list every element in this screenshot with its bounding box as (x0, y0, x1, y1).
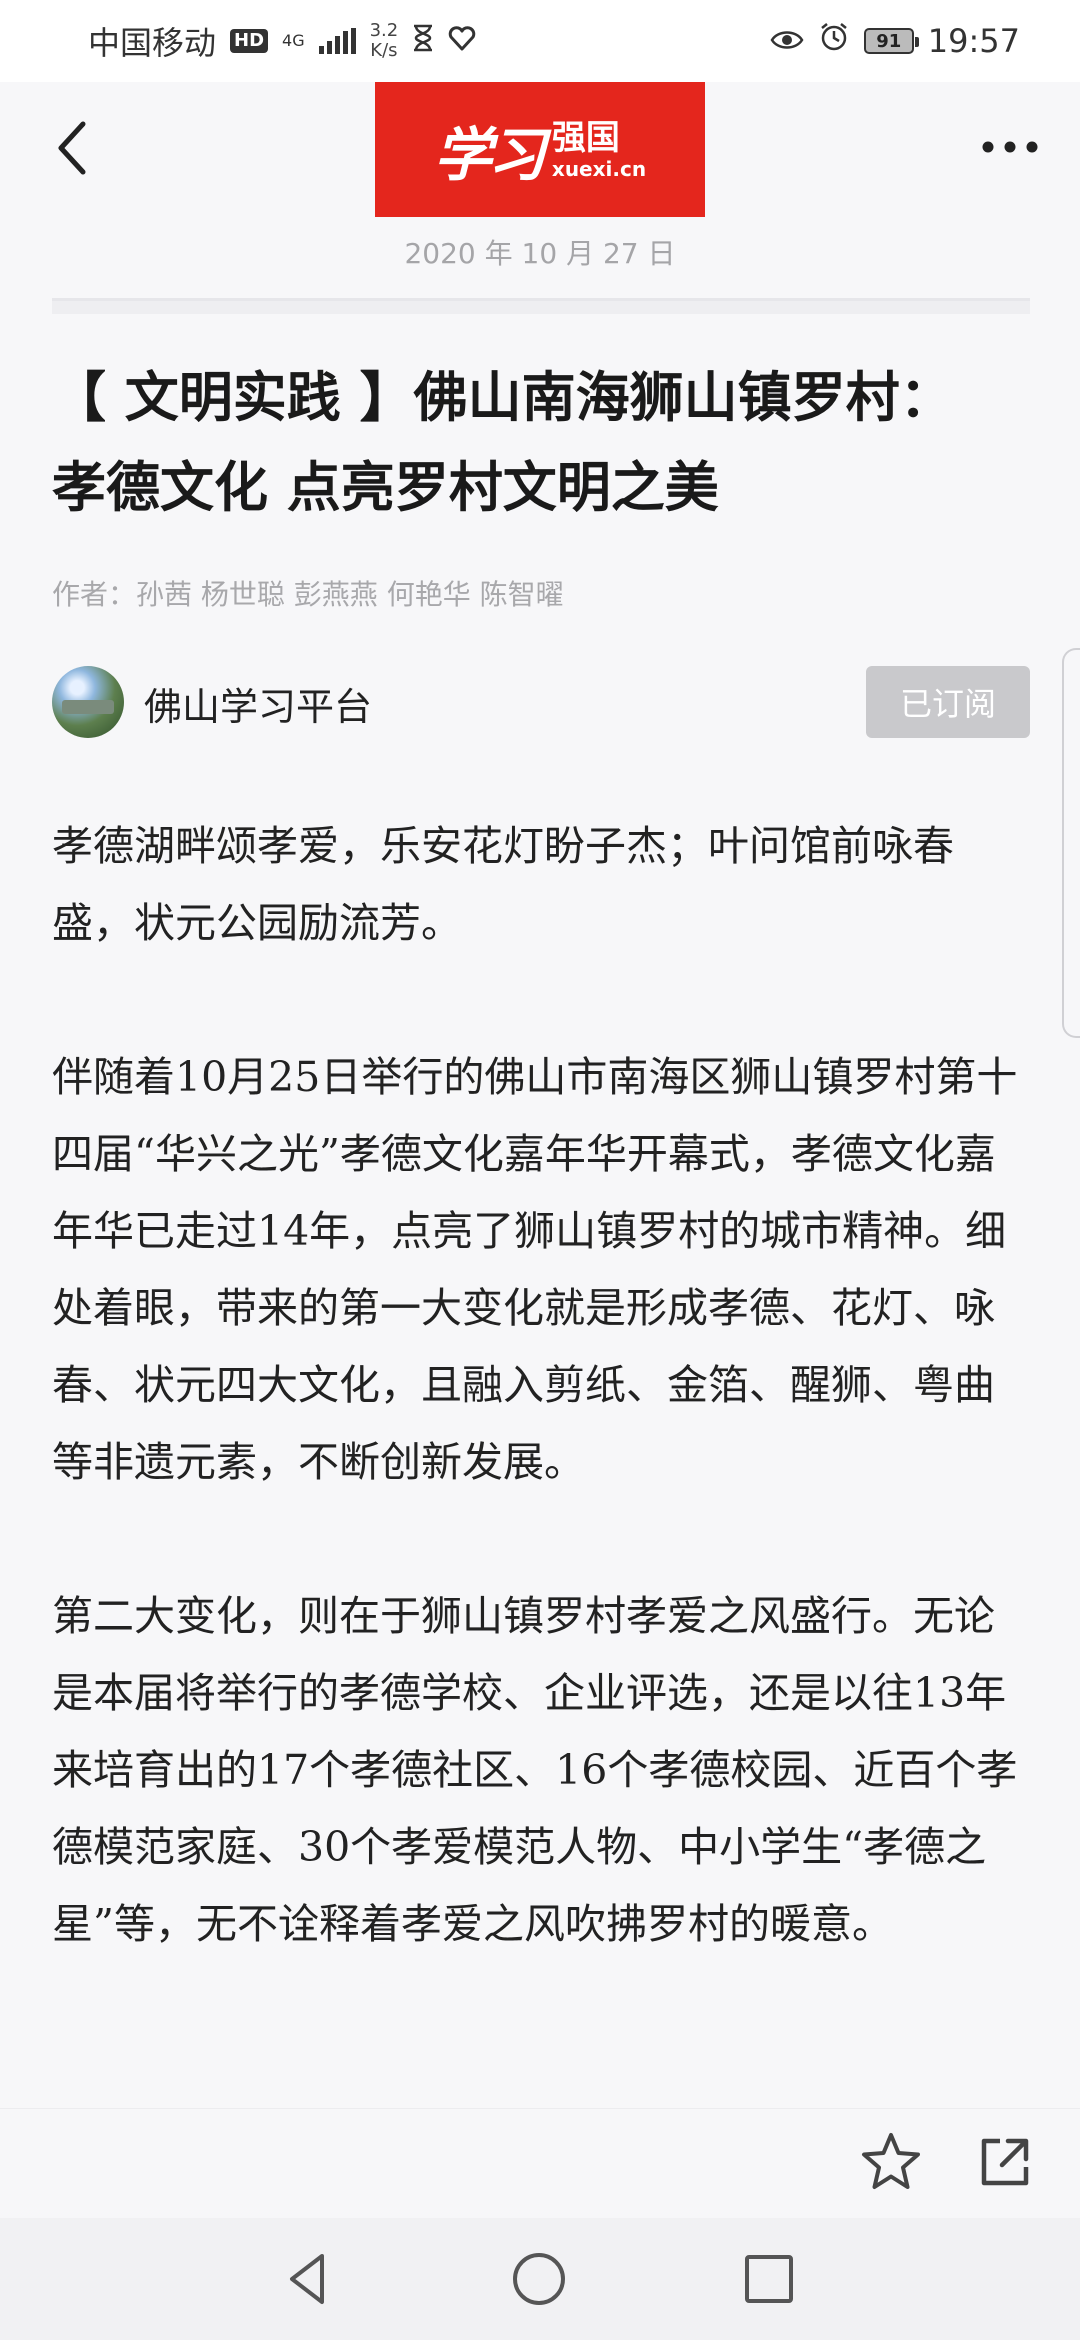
triangle-back-icon (290, 2254, 324, 2304)
network-type: 4G (282, 33, 305, 49)
paragraph: 伴随着10月25日举行的佛山市南海区狮山镇罗村第十四届“华兴之光”孝德文化嘉年华… (52, 1053, 1018, 1486)
share-button[interactable] (972, 2129, 1038, 2195)
publisher-name[interactable]: 佛山学习平台 (144, 676, 372, 731)
status-left: 中国移动 HD 4G 3.2 K/s (88, 18, 476, 64)
signal-icon (318, 28, 356, 54)
article-authors: 作者：孙茜 杨世聪 彭燕燕 何艳华 陈智曜 (52, 578, 564, 611)
paragraph: 孝德湖畔颂孝爱，乐安花灯盼子杰；叶问馆前咏春盛，状元公园励流芳。 (52, 822, 954, 947)
circle-home-icon (513, 2253, 565, 2305)
header-divider (52, 298, 1030, 314)
logo-main-text: 学习 (433, 120, 546, 189)
network-label: 4G (282, 31, 305, 50)
xuexi-logo: 学习 强国 xuexi.cn (375, 82, 705, 217)
net-speed-value: 3.2 (369, 20, 399, 41)
net-speed-unit: K/s (370, 40, 398, 61)
hd-badge: HD (230, 29, 269, 53)
clock-time: 19:57 (927, 22, 1020, 60)
publish-date: 2020 年 10 月 27 日 (404, 237, 676, 270)
battery-icon: 91 (863, 28, 919, 54)
article-title: 【 文明实践 】佛山南海狮山镇罗村： 孝德文化 点亮罗村文明之美 (52, 365, 954, 519)
nav-home-button[interactable] (508, 2248, 570, 2310)
carrier-name: 中国移动 (88, 24, 217, 62)
alarm-icon (818, 21, 850, 61)
status-bar: 中国移动 HD 4G 3.2 K/s 91 19:57 (0, 0, 1080, 82)
eye-icon (770, 22, 804, 60)
more-dots-icon (982, 141, 1038, 153)
back-arrow-icon (58, 121, 86, 175)
star-icon (862, 2133, 920, 2189)
side-pull-tab[interactable] (1062, 648, 1080, 1038)
logo-right: 强国 xuexi.cn (552, 121, 646, 179)
hourglass-icon (412, 22, 434, 60)
publisher-avatar[interactable] (52, 666, 124, 738)
nav-back-button[interactable] (278, 2248, 340, 2310)
share-icon (981, 2138, 1029, 2186)
net-speed: 3.2 K/s (370, 21, 399, 61)
heart-outline-icon (448, 22, 476, 60)
battery-level: 91 (876, 30, 902, 52)
logo-url-text: xuexi.cn (551, 156, 647, 181)
bottom-toolbar (0, 2108, 1080, 2218)
status-right: 91 19:57 (770, 21, 1020, 61)
article-header: 学习 强国 xuexi.cn 2020 年 10 月 27 日 (0, 82, 1080, 282)
article-body: 孝德湖畔颂孝爱，乐安花灯盼子杰；叶问馆前咏春盛，状元公园励流芳。 伴随着10月2… (52, 808, 1032, 2040)
nav-recent-button[interactable] (738, 2248, 800, 2310)
subscribe-button[interactable]: 已订阅 (866, 666, 1030, 738)
publisher-row: 佛山学习平台 已订阅 (52, 666, 1030, 742)
system-nav-bar (0, 2218, 1080, 2340)
back-button[interactable] (42, 108, 102, 188)
paragraph: 第二大变化，则在于狮山镇罗村孝爱之风盛行。无论是本届将举行的孝德学校、企业评选，… (52, 1592, 1018, 1948)
square-recent-icon (745, 2255, 793, 2303)
more-button[interactable] (970, 112, 1050, 182)
logo-sub-text: 强国 (551, 117, 620, 158)
favorite-button[interactable] (858, 2129, 924, 2195)
